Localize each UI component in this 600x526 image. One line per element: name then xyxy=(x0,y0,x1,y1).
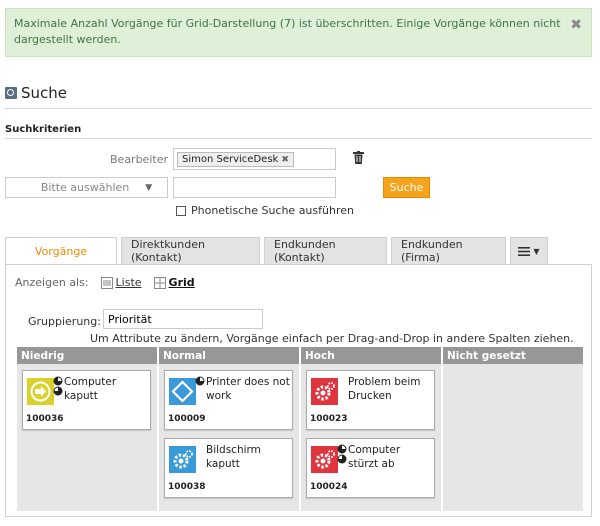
column-niedrig: Niedrig Computer kaputt 100036 xyxy=(17,347,157,511)
card-id: 100038 xyxy=(168,482,206,492)
diamond-icon xyxy=(169,378,196,405)
tab-endkunden-kontakt[interactable]: Endkunden (Kontakt) xyxy=(264,237,387,265)
alert-banner: Maximale Anzahl Vorgänge für Grid-Darste… xyxy=(5,8,592,57)
phonetic-search-option[interactable]: Phonetische Suche ausführen xyxy=(176,204,354,217)
criteria-heading: Suchkriterien xyxy=(5,124,82,135)
page-title-text: Suche xyxy=(21,84,68,102)
column-header: Normal xyxy=(159,347,299,364)
column-body[interactable]: Problem beim Drucken 100023 Computer stü… xyxy=(301,364,441,511)
view-list-link[interactable]: Liste xyxy=(100,276,142,289)
gear-icon xyxy=(311,378,338,405)
bearbeiter-tag-label: Simon ServiceDesk xyxy=(182,154,279,165)
column-body[interactable] xyxy=(443,364,583,511)
bearbeiter-tag: Simon ServiceDesk ✖ xyxy=(177,152,294,167)
phonetic-label: Phonetische Suche ausführen xyxy=(191,204,354,217)
title-divider xyxy=(5,108,592,109)
column-header: Niedrig xyxy=(17,347,157,364)
select-placeholder: Bitte auswählen xyxy=(40,181,130,194)
close-icon[interactable]: ✖ xyxy=(570,17,582,33)
view-label: Anzeigen als: xyxy=(15,276,89,289)
ticket-card[interactable]: Computer stürzt ab 100024 xyxy=(306,438,435,498)
bearbeiter-label: Bearbeiter xyxy=(110,153,168,166)
card-title: Bildschirm kaputt xyxy=(206,444,261,470)
column-normal: Normal Printer does not work 100009 Bild… xyxy=(159,347,299,511)
tab-label: Endkunden (Firma) xyxy=(401,238,463,264)
column-header: Hoch xyxy=(301,347,441,364)
tab-endkunden-firma[interactable]: Endkunden (Firma) xyxy=(391,237,506,265)
view-grid-link[interactable]: Grid xyxy=(153,276,195,289)
tab-label: Vorgänge xyxy=(34,244,88,258)
criteria-value-input[interactable] xyxy=(173,177,336,198)
gear-icon xyxy=(311,446,338,473)
grid-icon xyxy=(153,276,166,289)
card-title: Printer does not work xyxy=(206,376,290,402)
column-body[interactable]: Printer does not work 100009 Bildschirm … xyxy=(159,364,299,511)
remove-tag-icon[interactable]: ✖ xyxy=(281,155,289,165)
ticket-card[interactable]: Printer does not work 100009 xyxy=(164,370,293,430)
ticket-card[interactable]: Problem beim Drucken 100023 xyxy=(306,370,435,430)
column-header: Nicht gesetzt xyxy=(443,347,583,364)
view-grid-label: Grid xyxy=(168,276,195,289)
column-hoch: Hoch Problem beim Drucken 100023 Compute… xyxy=(301,347,441,511)
grouping-label: Gruppierung: xyxy=(28,315,101,328)
criteria-divider xyxy=(5,138,592,139)
view-switch: Anzeigen als: Liste Grid xyxy=(15,276,195,289)
tab-label: Endkunden (Kontakt) xyxy=(274,238,336,264)
chevron-down-icon: ▼ xyxy=(533,246,540,256)
search-icon xyxy=(5,87,17,99)
grouping-input[interactable] xyxy=(103,309,263,329)
phonetic-checkbox[interactable] xyxy=(176,205,186,216)
card-id: 100023 xyxy=(310,414,348,424)
card-title: Computer kaputt xyxy=(64,376,117,402)
tab-label: Direktkunden (Kontakt) xyxy=(131,238,205,264)
gear-icon xyxy=(169,446,196,473)
alert-message: Maximale Anzahl Vorgänge für Grid-Darste… xyxy=(14,17,561,46)
card-id: 100009 xyxy=(168,414,206,424)
menu-icon xyxy=(518,246,531,256)
criteria-select[interactable]: Bitte auswählen ▼ xyxy=(5,177,168,198)
status-icon xyxy=(195,376,205,386)
grid-board: Niedrig Computer kaputt 100036 Normal Pr… xyxy=(17,347,584,511)
status-icon xyxy=(53,376,63,396)
chevron-down-icon: ▼ xyxy=(145,182,153,193)
status-icon xyxy=(337,444,347,464)
trash-icon[interactable] xyxy=(353,151,364,164)
page-title: Suche xyxy=(5,84,67,102)
tab-menu-button[interactable]: ▼ xyxy=(510,237,548,265)
column-body[interactable]: Computer kaputt 100036 xyxy=(17,364,157,511)
column-nicht-gesetzt: Nicht gesetzt xyxy=(443,347,583,511)
results-panel: Anzeigen als: Liste Grid Gruppierung: Um… xyxy=(5,264,592,517)
tab-direktkunden[interactable]: Direktkunden (Kontakt) xyxy=(121,237,260,265)
ticket-card[interactable]: Computer kaputt 100036 xyxy=(22,370,151,430)
bearbeiter-field[interactable]: Simon ServiceDesk ✖ xyxy=(173,148,336,170)
card-id: 100024 xyxy=(310,482,348,492)
result-tabs: Vorgänge Direktkunden (Kontakt) Endkunde… xyxy=(5,237,552,265)
tab-vorgaenge[interactable]: Vorgänge xyxy=(5,237,117,265)
list-icon xyxy=(100,276,113,289)
ticket-card[interactable]: Bildschirm kaputt 100038 xyxy=(164,438,293,498)
search-button[interactable]: Suche xyxy=(383,177,430,198)
grouping-hint: Um Attribute zu ändern, Vorgänge einfach… xyxy=(90,332,574,345)
card-id: 100036 xyxy=(26,414,64,424)
card-title: Computer stürzt ab xyxy=(348,444,401,470)
arrow-circle-icon xyxy=(27,378,54,405)
view-list-label: Liste xyxy=(115,276,142,289)
card-title: Problem beim Drucken xyxy=(348,376,421,402)
